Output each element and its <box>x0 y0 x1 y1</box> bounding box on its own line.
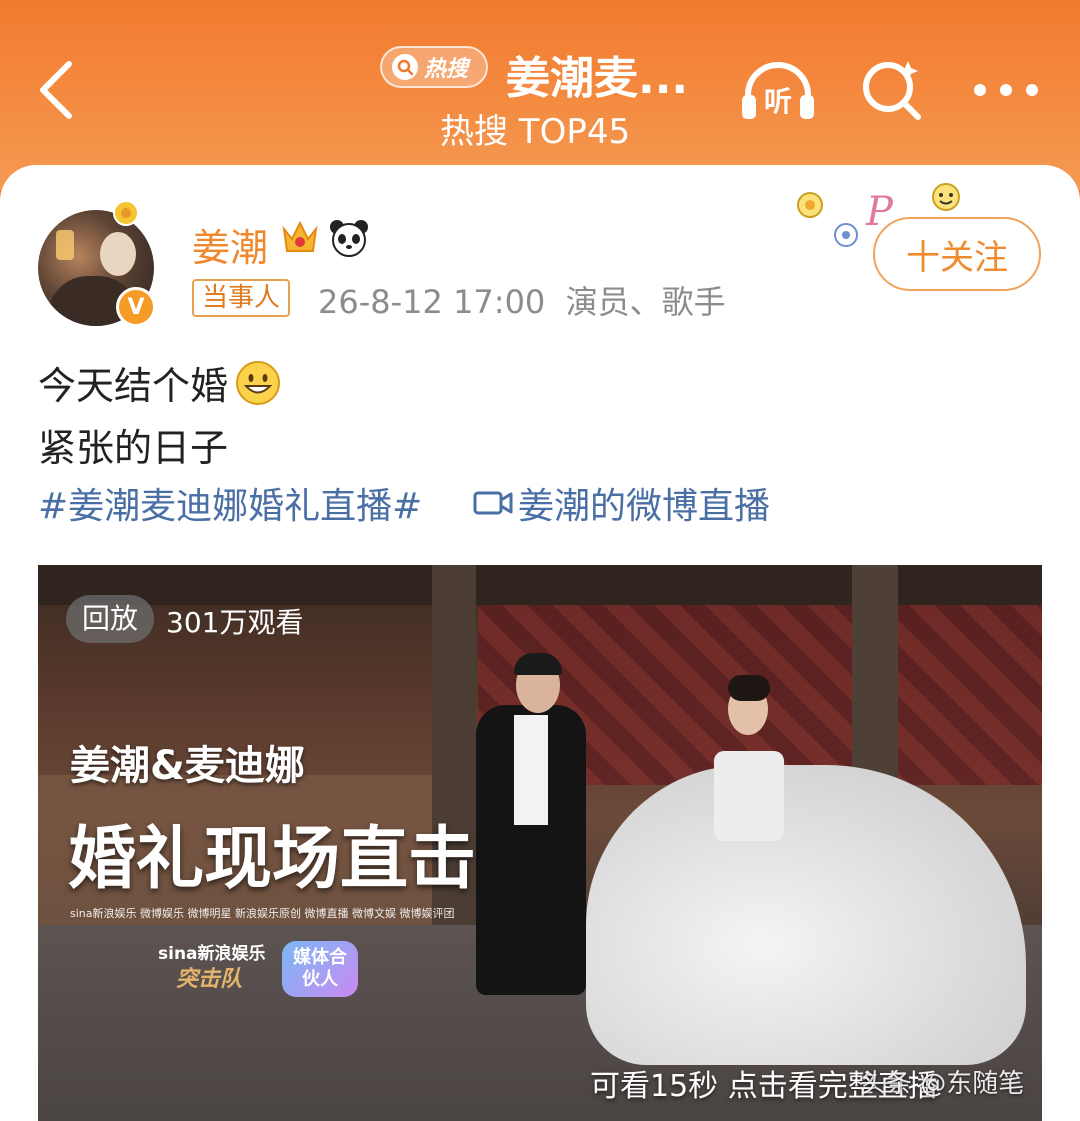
hot-badge-label: 热搜 <box>424 57 469 82</box>
role-tag: 当事人 <box>192 279 291 317</box>
live-stream-link[interactable]: 姜潮的微博直播 <box>472 477 770 529</box>
watermark: 头条 @东随笔 <box>860 1069 1025 1099</box>
more-options-button[interactable] <box>970 70 1042 110</box>
dot-icon <box>974 84 986 96</box>
groom-hair <box>514 653 562 675</box>
post-meta: 26-8-12 17:00 演员、歌手 <box>318 277 726 323</box>
sponsor-strip: sina新浪娱乐 微博娱乐 微博明星 新浪娱乐原创 微博直播 微博文娱 微博娱评… <box>70 907 455 920</box>
search-icon <box>863 61 921 120</box>
dot-icon <box>1000 84 1012 96</box>
hashtag-link[interactable]: #姜潮麦迪娜婚礼直播# <box>38 477 422 529</box>
listen-label: 听 <box>764 85 792 118</box>
listen-button[interactable]: 听 <box>738 55 818 125</box>
post-text: 今天结个婚 <box>38 364 229 408</box>
hot-search-badge: 热搜 <box>380 46 488 88</box>
verified-badge-icon: V <box>116 287 156 327</box>
smile-emoji-icon <box>236 361 281 405</box>
post-timestamp: 26-8-12 17:00 <box>318 283 546 321</box>
media-partner-badge: 媒体合伙人 <box>282 941 358 997</box>
top-bar: 热搜 姜潮麦... 热搜 TOP45 听 <box>0 0 1080 190</box>
video-player[interactable]: 回放 301万观看 姜潮&麦迪娜 婚礼现场直击 sina新浪娱乐 微博娱乐 微博… <box>38 565 1042 1121</box>
live-stream-label: 姜潮的微博直播 <box>518 486 771 527</box>
avatar-frame-deco-icon <box>113 200 139 226</box>
video-camera-icon <box>473 491 513 515</box>
view-count: 301万观看 <box>166 606 304 639</box>
topic-rank: 热搜 TOP45 <box>440 112 631 152</box>
dot-icon <box>1026 84 1038 96</box>
post-text-line: 今天结个婚 <box>38 355 282 410</box>
bride-bodice <box>714 751 784 841</box>
avatar-lamp <box>56 230 74 260</box>
author-description: 演员、歌手 <box>565 283 726 321</box>
author-name[interactable]: 姜潮 <box>192 217 268 272</box>
panda-icon <box>330 220 368 257</box>
sina-team-label: 突击队 <box>176 967 243 992</box>
headphones-icon: 听 <box>742 62 814 119</box>
post-card: V 姜潮 当事人 26-8-12 17:00 演员、歌手 P 十关注 今天结个婚 <box>0 165 1080 1121</box>
avatar-dog <box>100 232 136 276</box>
post-text-line: 紧张的日子 <box>38 426 229 470</box>
crown-icon <box>282 220 318 252</box>
video-title-names: 姜潮&麦迪娜 <box>70 743 305 789</box>
follow-button[interactable]: 十关注 <box>873 217 1041 291</box>
topic-title: 姜潮麦... <box>506 53 689 104</box>
topic-header[interactable]: 热搜 姜潮麦... 热搜 TOP45 <box>380 36 710 152</box>
chevron-left-icon <box>40 61 72 119</box>
search-button[interactable] <box>858 55 928 125</box>
search-icon <box>392 54 418 80</box>
bride-hair <box>728 675 770 701</box>
bride-dress <box>586 765 1026 1065</box>
groom-shirt <box>514 715 548 825</box>
replay-badge: 回放 <box>66 595 155 643</box>
video-title-main: 婚礼现场直击 <box>68 820 477 899</box>
back-button[interactable] <box>30 55 80 125</box>
